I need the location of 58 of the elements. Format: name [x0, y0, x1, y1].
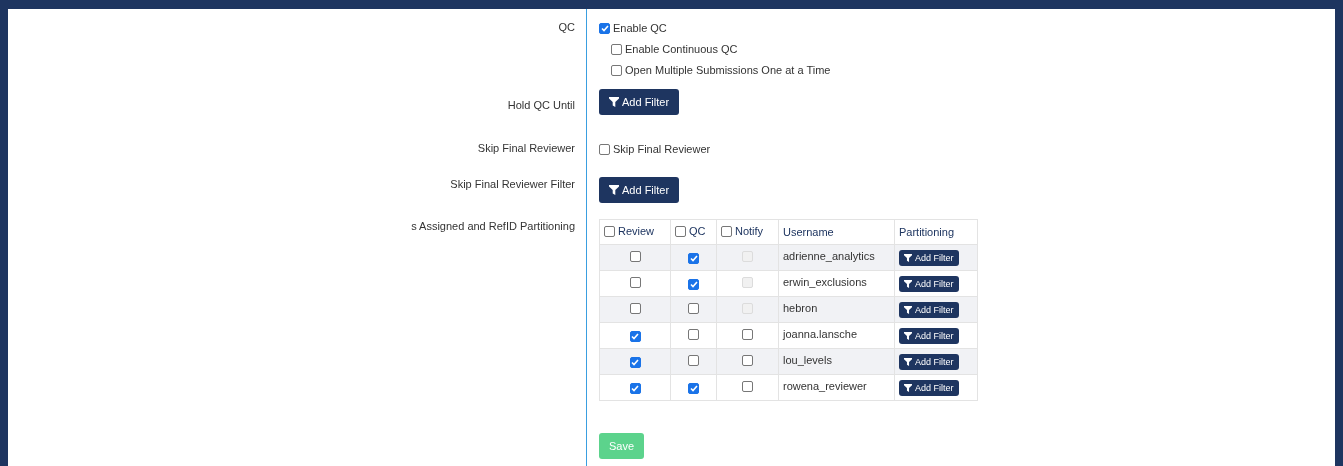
- add-filter-button[interactable]: Add Filter: [899, 327, 959, 344]
- checkbox[interactable]: [599, 144, 610, 155]
- checkbox[interactable]: [688, 278, 699, 290]
- checkbox[interactable]: [688, 303, 699, 314]
- field-label: s Assigned and RefID Partitioning: [411, 219, 576, 234]
- funnel-icon: [904, 279, 912, 288]
- field-label: Hold QC Until: [507, 98, 576, 113]
- add-filter-button[interactable]: Add Filter: [599, 89, 680, 115]
- column-header: Username: [778, 219, 895, 245]
- checkbox[interactable]: [611, 44, 622, 55]
- option-label: Skip Final Reviewer: [613, 143, 711, 156]
- column-label: QC: [689, 225, 706, 238]
- checkbox[interactable]: [742, 355, 753, 366]
- funnel-icon: [609, 185, 619, 195]
- add-filter-button[interactable]: Add Filter: [599, 177, 680, 203]
- funnel-icon: [904, 357, 912, 366]
- username-cell: adrienne_analytics: [778, 244, 895, 271]
- field-label: Skip Final Reviewer Filter: [450, 177, 576, 192]
- checkbox[interactable]: [721, 225, 732, 237]
- checkbox[interactable]: [742, 381, 753, 392]
- funnel-icon: [904, 305, 912, 314]
- add-filter-button[interactable]: Add Filter: [899, 275, 959, 292]
- field-label: Skip Final Reviewer: [477, 141, 576, 156]
- username-cell: hebron: [778, 296, 895, 323]
- checkbox[interactable]: [688, 252, 699, 264]
- username-cell: rowena_reviewer: [778, 374, 895, 401]
- add-filter-button[interactable]: Add Filter: [899, 379, 959, 396]
- username-cell: lou_levels: [778, 348, 895, 375]
- funnel-icon: [904, 253, 912, 262]
- funnel-icon: [904, 383, 912, 392]
- checkbox[interactable]: [611, 65, 622, 76]
- checkbox[interactable]: [629, 251, 641, 262]
- field-label: QC: [558, 20, 576, 35]
- add-filter-button[interactable]: Add Filter: [899, 249, 959, 266]
- option-label: Enable Continuous QC: [625, 43, 738, 56]
- column-label: Review: [618, 225, 655, 238]
- checkbox[interactable]: [688, 355, 699, 366]
- checkbox[interactable]: [629, 356, 641, 368]
- username-cell: joanna.lansche: [778, 322, 895, 349]
- checkbox[interactable]: [629, 382, 641, 394]
- checkbox[interactable]: [629, 330, 641, 342]
- checkbox[interactable]: [688, 329, 699, 340]
- checkbox[interactable]: [604, 225, 615, 237]
- funnel-icon: [904, 331, 912, 340]
- checkbox[interactable]: [599, 23, 610, 34]
- column-label: Notify: [735, 225, 764, 238]
- username-cell: erwin_exclusions: [778, 270, 895, 297]
- add-filter-button[interactable]: Add Filter: [899, 301, 959, 318]
- checkbox[interactable]: [675, 225, 686, 237]
- checkbox[interactable]: [629, 303, 641, 314]
- checkbox[interactable]: [629, 277, 641, 288]
- checkbox[interactable]: [742, 329, 753, 340]
- option-label: Open Multiple Submissions One at a Time: [625, 64, 831, 77]
- column-header: Partitioning: [894, 219, 978, 245]
- checkbox[interactable]: [688, 382, 699, 394]
- option-label: Enable QC: [613, 22, 667, 35]
- funnel-icon: [609, 97, 619, 107]
- add-filter-button[interactable]: Add Filter: [899, 353, 959, 370]
